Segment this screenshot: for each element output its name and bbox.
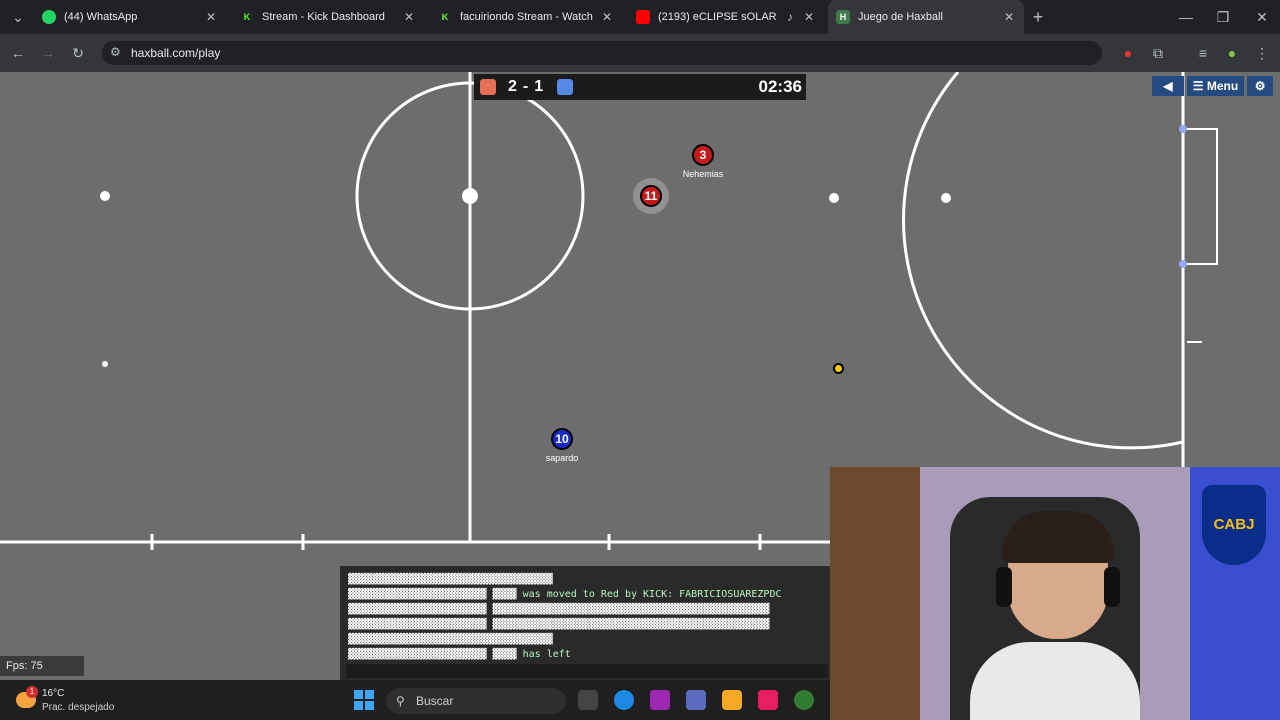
tab-haxball[interactable]: H Juego de Haxball ✕ <box>828 0 1024 34</box>
windows-start-icon[interactable] <box>354 690 374 710</box>
weather-condition[interactable]: Prac. despejado <box>42 702 114 713</box>
chat-line: ▓▓▓▓▓▓▓▓▓▓▓▓▓▓▓▓▓▓▓▓▓▓▓ ▓▓▓▓▓▓▓▓▓▓▓▓▓▓▓▓… <box>348 604 770 615</box>
red-team-square <box>480 79 496 95</box>
chat-line: ▓▓▓▓▓▓▓▓▓▓▓▓▓▓▓▓▓▓▓▓▓▓▓ ▓▓▓▓ was moved t… <box>348 589 782 600</box>
edge-icon[interactable] <box>614 690 634 710</box>
close-icon[interactable]: ✕ <box>600 10 614 24</box>
player-red-3: 3 <box>692 144 714 166</box>
fps-counter: Fps: 75 <box>0 656 84 676</box>
new-tab-icon[interactable]: + <box>1028 7 1048 27</box>
sound-toggle-icon[interactable]: ◀ <box>1152 76 1184 96</box>
search-placeholder: Buscar <box>416 694 454 708</box>
blue-team-square <box>557 79 574 95</box>
settings-gear-icon[interactable]: ⚙ <box>1247 76 1273 96</box>
tab-title: Juego de Haxball <box>858 11 944 23</box>
menu-label: Menu <box>1206 79 1239 93</box>
forward-icon[interactable]: → <box>38 43 58 63</box>
extension-record-icon[interactable]: ● <box>1118 43 1138 63</box>
chat-line: ▓▓▓▓▓▓▓▓▓▓▓▓▓▓▓▓▓▓▓▓▓▓▓▓▓▓▓▓▓▓▓▓▓▓ <box>348 634 553 645</box>
headset-left <box>996 567 1012 607</box>
tab-title: Stream - Kick Dashboard <box>262 11 385 23</box>
chat-line: ▓▓▓▓▓▓▓▓▓▓▓▓▓▓▓▓▓▓▓▓▓▓▓▓▓▓▓▓▓▓▓▓▓▓ <box>348 574 553 585</box>
app-icon[interactable] <box>758 690 778 710</box>
task-view-icon[interactable] <box>578 690 598 710</box>
weather-temperature[interactable]: 16°C <box>42 688 64 699</box>
chat-panel: ▓▓▓▓▓▓▓▓▓▓▓▓▓▓▓▓▓▓▓▓▓▓▓▓▓▓▓▓▓▓▓▓▓▓ ▓▓▓▓▓… <box>340 566 830 680</box>
back-icon[interactable]: ← <box>8 43 28 63</box>
blue-score: 1 <box>534 78 544 95</box>
kick-icon: K <box>441 12 449 22</box>
maximize-icon[interactable]: ❐ <box>1213 7 1233 27</box>
webcam-overlay: CABJ <box>830 467 1280 720</box>
player-red-11: 11 <box>640 185 662 207</box>
tab-kick-stream[interactable]: K facuiriondo Stream - Watch Liv ✕ <box>430 4 622 30</box>
streamer-shirt <box>970 642 1140 720</box>
taskbar-search[interactable]: ⚲ Buscar <box>386 688 566 714</box>
player-number: 3 <box>699 148 707 162</box>
tab-title: facuiriondo Stream - Watch Liv <box>460 11 594 23</box>
headset-right <box>1104 567 1120 607</box>
media-control-icon[interactable]: ≡ <box>1193 43 1213 63</box>
close-icon[interactable]: ✕ <box>402 10 416 24</box>
wooden-door <box>830 467 920 720</box>
ball <box>833 363 844 374</box>
scoreboard: 2 - 1 02:36 <box>474 74 806 100</box>
boca-crest-flag: CABJ <box>1202 485 1266 565</box>
site-info-icon[interactable]: ⚙ <box>110 45 121 59</box>
more-menu-icon[interactable]: ⋮ <box>1252 43 1272 63</box>
browser-tab-strip: ⌄ (44) WhatsApp ✕ K Stream - Kick Dashbo… <box>0 0 1280 34</box>
tab-youtube[interactable]: (2193) eCLIPSE sOLAR - You ♪ ✕ <box>628 4 824 30</box>
weather-badge: 1 <box>26 686 38 698</box>
player-blue-10: 10 <box>551 428 573 450</box>
tab-whatsapp[interactable]: (44) WhatsApp ✕ <box>34 4 226 30</box>
tab-title: (2193) eCLIPSE sOLAR - You <box>658 11 778 23</box>
minimize-icon[interactable]: — <box>1176 7 1196 27</box>
whatsapp-icon <box>42 10 56 24</box>
search-icon: ⚲ <box>396 694 405 708</box>
teams-icon[interactable] <box>686 690 706 710</box>
upwork-icon[interactable] <box>794 690 814 710</box>
player-number: 11 <box>644 189 658 203</box>
profile-avatar[interactable]: ● <box>1222 43 1242 63</box>
copilot-icon[interactable] <box>650 690 670 710</box>
extensions-icon[interactable]: ⧉ <box>1148 43 1168 63</box>
chat-line: ▓▓▓▓▓▓▓▓▓▓▓▓▓▓▓▓▓▓▓▓▓▓▓ ▓▓▓▓▓▓▓▓▓▓▓▓▓▓▓▓… <box>348 619 770 630</box>
window-close-icon[interactable]: ✕ <box>1252 7 1272 27</box>
speaker-icon[interactable]: ♪ <box>784 10 796 24</box>
tab-search-chevron-icon[interactable]: ⌄ <box>8 7 28 27</box>
red-score: 2 <box>508 78 517 95</box>
close-icon[interactable]: ✕ <box>802 10 816 24</box>
chat-input[interactable] <box>346 664 828 678</box>
menu-button[interactable]: ☰ Menu <box>1186 76 1245 96</box>
player-number: 10 <box>555 432 569 446</box>
youtube-icon <box>636 10 650 24</box>
player-name: Nehemias <box>682 169 724 179</box>
file-explorer-icon[interactable] <box>722 690 742 710</box>
haxball-icon: H <box>836 10 850 24</box>
score-separator: - <box>522 78 529 95</box>
game-menu-bar: ◀ ☰ Menu ⚙ <box>1152 76 1276 96</box>
url-text[interactable]: haxball.com/play <box>131 46 220 60</box>
tab-kick-dashboard[interactable]: K Stream - Kick Dashboard ✕ <box>232 4 424 30</box>
close-icon[interactable]: ✕ <box>1002 10 1016 24</box>
reload-icon[interactable]: ↻ <box>68 43 88 63</box>
player-name: sapardo <box>545 453 579 463</box>
chat-line: ▓▓▓▓▓▓▓▓▓▓▓▓▓▓▓▓▓▓▓▓▓▓▓ ▓▓▓▓ has left <box>348 649 571 660</box>
address-bar[interactable]: ⚙ <box>102 41 1102 65</box>
tab-title: (44) WhatsApp <box>64 11 138 23</box>
close-icon[interactable]: ✕ <box>204 10 218 24</box>
kick-icon: K <box>243 12 251 22</box>
match-timer: 02:36 <box>758 77 802 96</box>
